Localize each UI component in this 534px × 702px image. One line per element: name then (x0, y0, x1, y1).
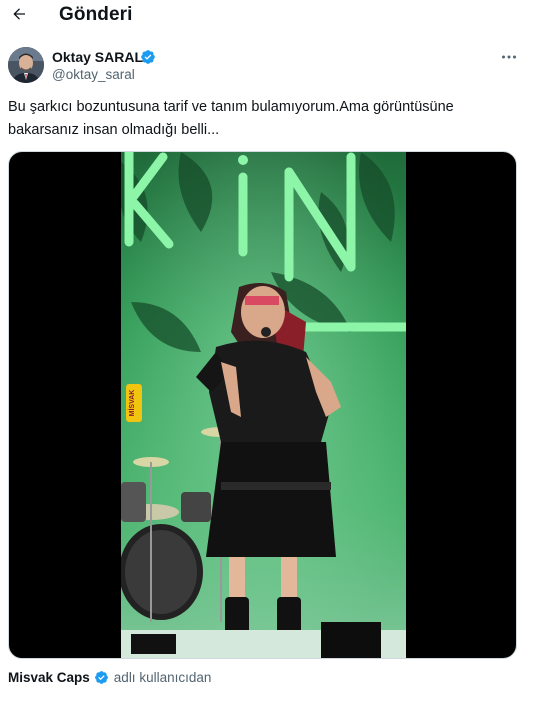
back-button[interactable] (8, 3, 30, 25)
avatar-image (8, 47, 44, 83)
verified-badge-icon (141, 50, 155, 64)
post-text-line-2: bakarsanız insan olmadığı belli... (8, 122, 220, 138)
author-handle[interactable]: @oktay_saral (52, 67, 135, 82)
verified-badge-icon (94, 670, 108, 684)
post-text: Bu şarkıcı bozuntusuna tarif ve tanım bu… (8, 96, 518, 142)
page-title: Gönderi (59, 4, 133, 25)
media-attribution: Misvak Caps adlı kullanıcıdan (8, 667, 211, 687)
attribution-source-name[interactable]: Misvak Caps (8, 670, 90, 685)
more-options-button[interactable] (500, 50, 518, 64)
video-frame: MİSVAK (121, 152, 406, 658)
attribution-suffix: adlı kullanıcıdan (113, 669, 212, 685)
arrow-left-icon (13, 8, 25, 20)
top-bar: Gönderi (0, 0, 534, 30)
more-horizontal-icon (502, 55, 516, 59)
author-avatar[interactable] (8, 47, 44, 83)
watermark: MİSVAK (126, 384, 142, 422)
video-still: MİSVAK (121, 152, 406, 658)
post-video[interactable]: MİSVAK (8, 151, 517, 659)
post-text-line-1: Bu şarkıcı bozuntusuna tarif ve tanım bu… (8, 99, 454, 115)
author-name[interactable]: Oktay SARAL (52, 49, 143, 65)
watermark-text: MİSVAK (128, 390, 136, 417)
